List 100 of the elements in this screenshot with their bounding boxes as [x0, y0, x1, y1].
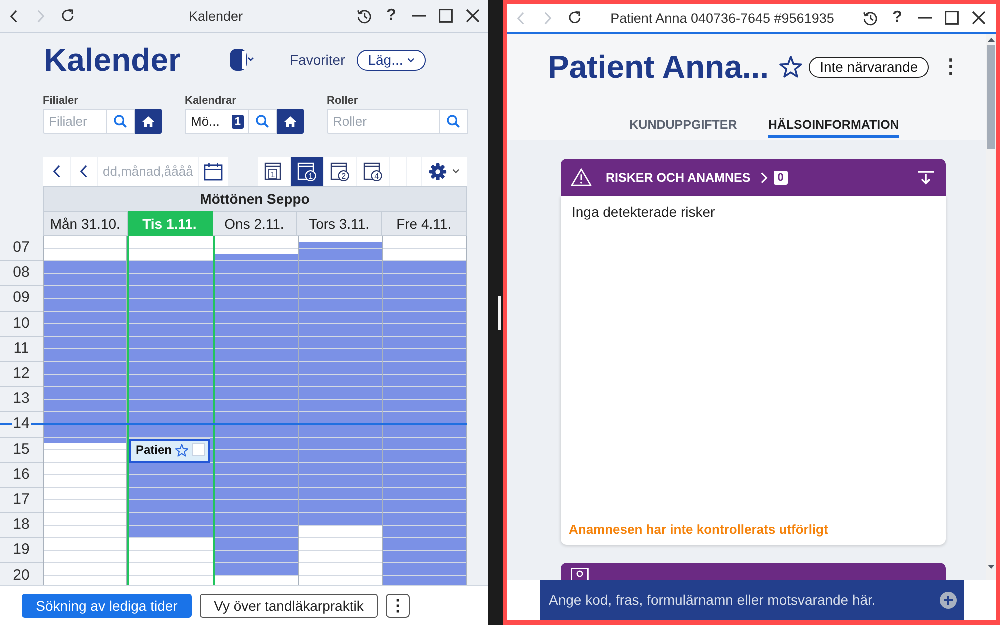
time-slot[interactable] — [128, 317, 213, 324]
time-slot[interactable] — [215, 462, 298, 468]
more-button[interactable]: ⋮ — [386, 594, 410, 618]
time-slot[interactable] — [383, 280, 466, 286]
time-slot[interactable] — [383, 298, 466, 305]
time-slot[interactable] — [299, 248, 382, 254]
day-header[interactable]: Tors 3.11. — [297, 211, 382, 236]
time-slot[interactable] — [44, 274, 126, 280]
favorites-dropdown[interactable]: Läg... — [357, 50, 426, 70]
refresh-icon[interactable] — [568, 11, 582, 25]
time-slot[interactable] — [383, 438, 466, 444]
time-slot[interactable] — [383, 569, 466, 576]
time-slot[interactable] — [299, 494, 382, 500]
time-slot[interactable] — [44, 280, 126, 286]
tab[interactable]: KUNDUPPGIFTER — [630, 113, 738, 138]
time-slot[interactable] — [215, 506, 298, 512]
maximize-icon[interactable] — [438, 9, 452, 23]
close-icon[interactable] — [466, 9, 480, 23]
plus-circle-icon[interactable] — [940, 592, 957, 608]
calendar-button[interactable] — [199, 157, 228, 186]
time-slot[interactable] — [44, 342, 126, 348]
time-slot[interactable] — [128, 556, 213, 562]
date-input-field[interactable]: dd,månad,åååå — [98, 157, 198, 186]
time-slot[interactable] — [383, 248, 466, 254]
time-slot[interactable] — [299, 298, 382, 305]
history-icon[interactable] — [863, 10, 878, 26]
search-button[interactable] — [249, 109, 277, 134]
time-slot[interactable] — [299, 406, 382, 412]
time-slot[interactable] — [128, 569, 213, 576]
minimize-icon[interactable] — [918, 17, 932, 19]
time-slot[interactable] — [299, 569, 382, 576]
time-slot[interactable] — [44, 406, 126, 412]
time-slot[interactable] — [383, 556, 466, 562]
time-slot[interactable] — [383, 254, 466, 260]
appointment-block[interactable]: Patien — [128, 438, 210, 463]
time-slot[interactable] — [215, 406, 298, 412]
time-slot[interactable] — [299, 550, 382, 557]
time-slot[interactable] — [44, 569, 126, 576]
time-slot[interactable] — [215, 274, 298, 280]
close-icon[interactable] — [972, 11, 986, 25]
time-slot[interactable] — [128, 531, 213, 538]
time-slot[interactable] — [383, 506, 466, 512]
scrollbar-thumb[interactable] — [987, 45, 995, 149]
time-slot[interactable] — [299, 506, 382, 512]
time-slot[interactable] — [215, 312, 298, 318]
time-slot[interactable] — [128, 342, 213, 348]
time-slot[interactable] — [215, 556, 298, 562]
card-header[interactable] — [561, 563, 946, 580]
time-slot[interactable] — [215, 438, 298, 444]
time-slot[interactable] — [128, 254, 213, 260]
time-slot[interactable] — [128, 418, 213, 424]
time-slot[interactable] — [128, 406, 213, 412]
time-slot[interactable] — [44, 380, 126, 386]
time-slot[interactable] — [215, 248, 298, 254]
time-slot[interactable] — [299, 526, 382, 532]
time-slot[interactable] — [215, 380, 298, 386]
time-slot[interactable] — [299, 280, 382, 286]
select-field[interactable]: Mö... 1 — [185, 109, 249, 134]
time-slot[interactable] — [383, 317, 466, 324]
switch-dropdown-icon[interactable] — [229, 48, 255, 72]
time-slot[interactable] — [383, 312, 466, 318]
star-icon[interactable] — [175, 444, 189, 456]
time-slot[interactable] — [299, 400, 382, 406]
time-slot[interactable] — [44, 506, 126, 512]
time-slot[interactable] — [299, 317, 382, 324]
time-slot[interactable] — [128, 374, 213, 380]
card-header[interactable]: RISKER OCH ANAMNES 0 — [561, 159, 946, 196]
time-slot[interactable] — [215, 526, 298, 532]
time-slot[interactable] — [44, 374, 126, 380]
time-slot[interactable] — [128, 468, 213, 474]
settings-button[interactable] — [422, 157, 467, 186]
time-slot[interactable] — [299, 312, 382, 318]
time-slot[interactable] — [299, 556, 382, 562]
time-slot[interactable] — [299, 531, 382, 538]
time-slot[interactable] — [44, 526, 126, 532]
previous-button[interactable] — [43, 157, 70, 186]
time-slot[interactable] — [210, 438, 213, 444]
time-slot[interactable] — [299, 342, 382, 348]
day-header[interactable]: Fre 4.11. — [382, 211, 467, 236]
time-slot[interactable] — [383, 443, 466, 450]
time-slot[interactable] — [44, 312, 126, 318]
time-slot[interactable] — [299, 380, 382, 386]
view-button[interactable]: 1 — [291, 157, 323, 186]
time-slot[interactable] — [128, 274, 213, 280]
time-slot[interactable] — [44, 317, 126, 324]
time-slot[interactable] — [383, 380, 466, 386]
time-slot[interactable] — [299, 438, 382, 444]
time-slot[interactable] — [128, 312, 213, 318]
time-slot[interactable] — [299, 418, 382, 424]
arrow-down-bar-icon[interactable] — [918, 170, 934, 184]
time-slot[interactable] — [44, 468, 126, 474]
time-slot[interactable] — [44, 550, 126, 557]
home-button[interactable] — [135, 109, 162, 134]
scroll-down-arrow-icon[interactable] — [988, 565, 994, 569]
time-slot[interactable] — [215, 418, 298, 424]
time-slot[interactable] — [128, 462, 213, 468]
time-slot[interactable] — [299, 443, 382, 450]
time-slot[interactable] — [215, 280, 298, 286]
time-slot[interactable] — [44, 248, 126, 254]
time-slot[interactable] — [215, 254, 298, 260]
